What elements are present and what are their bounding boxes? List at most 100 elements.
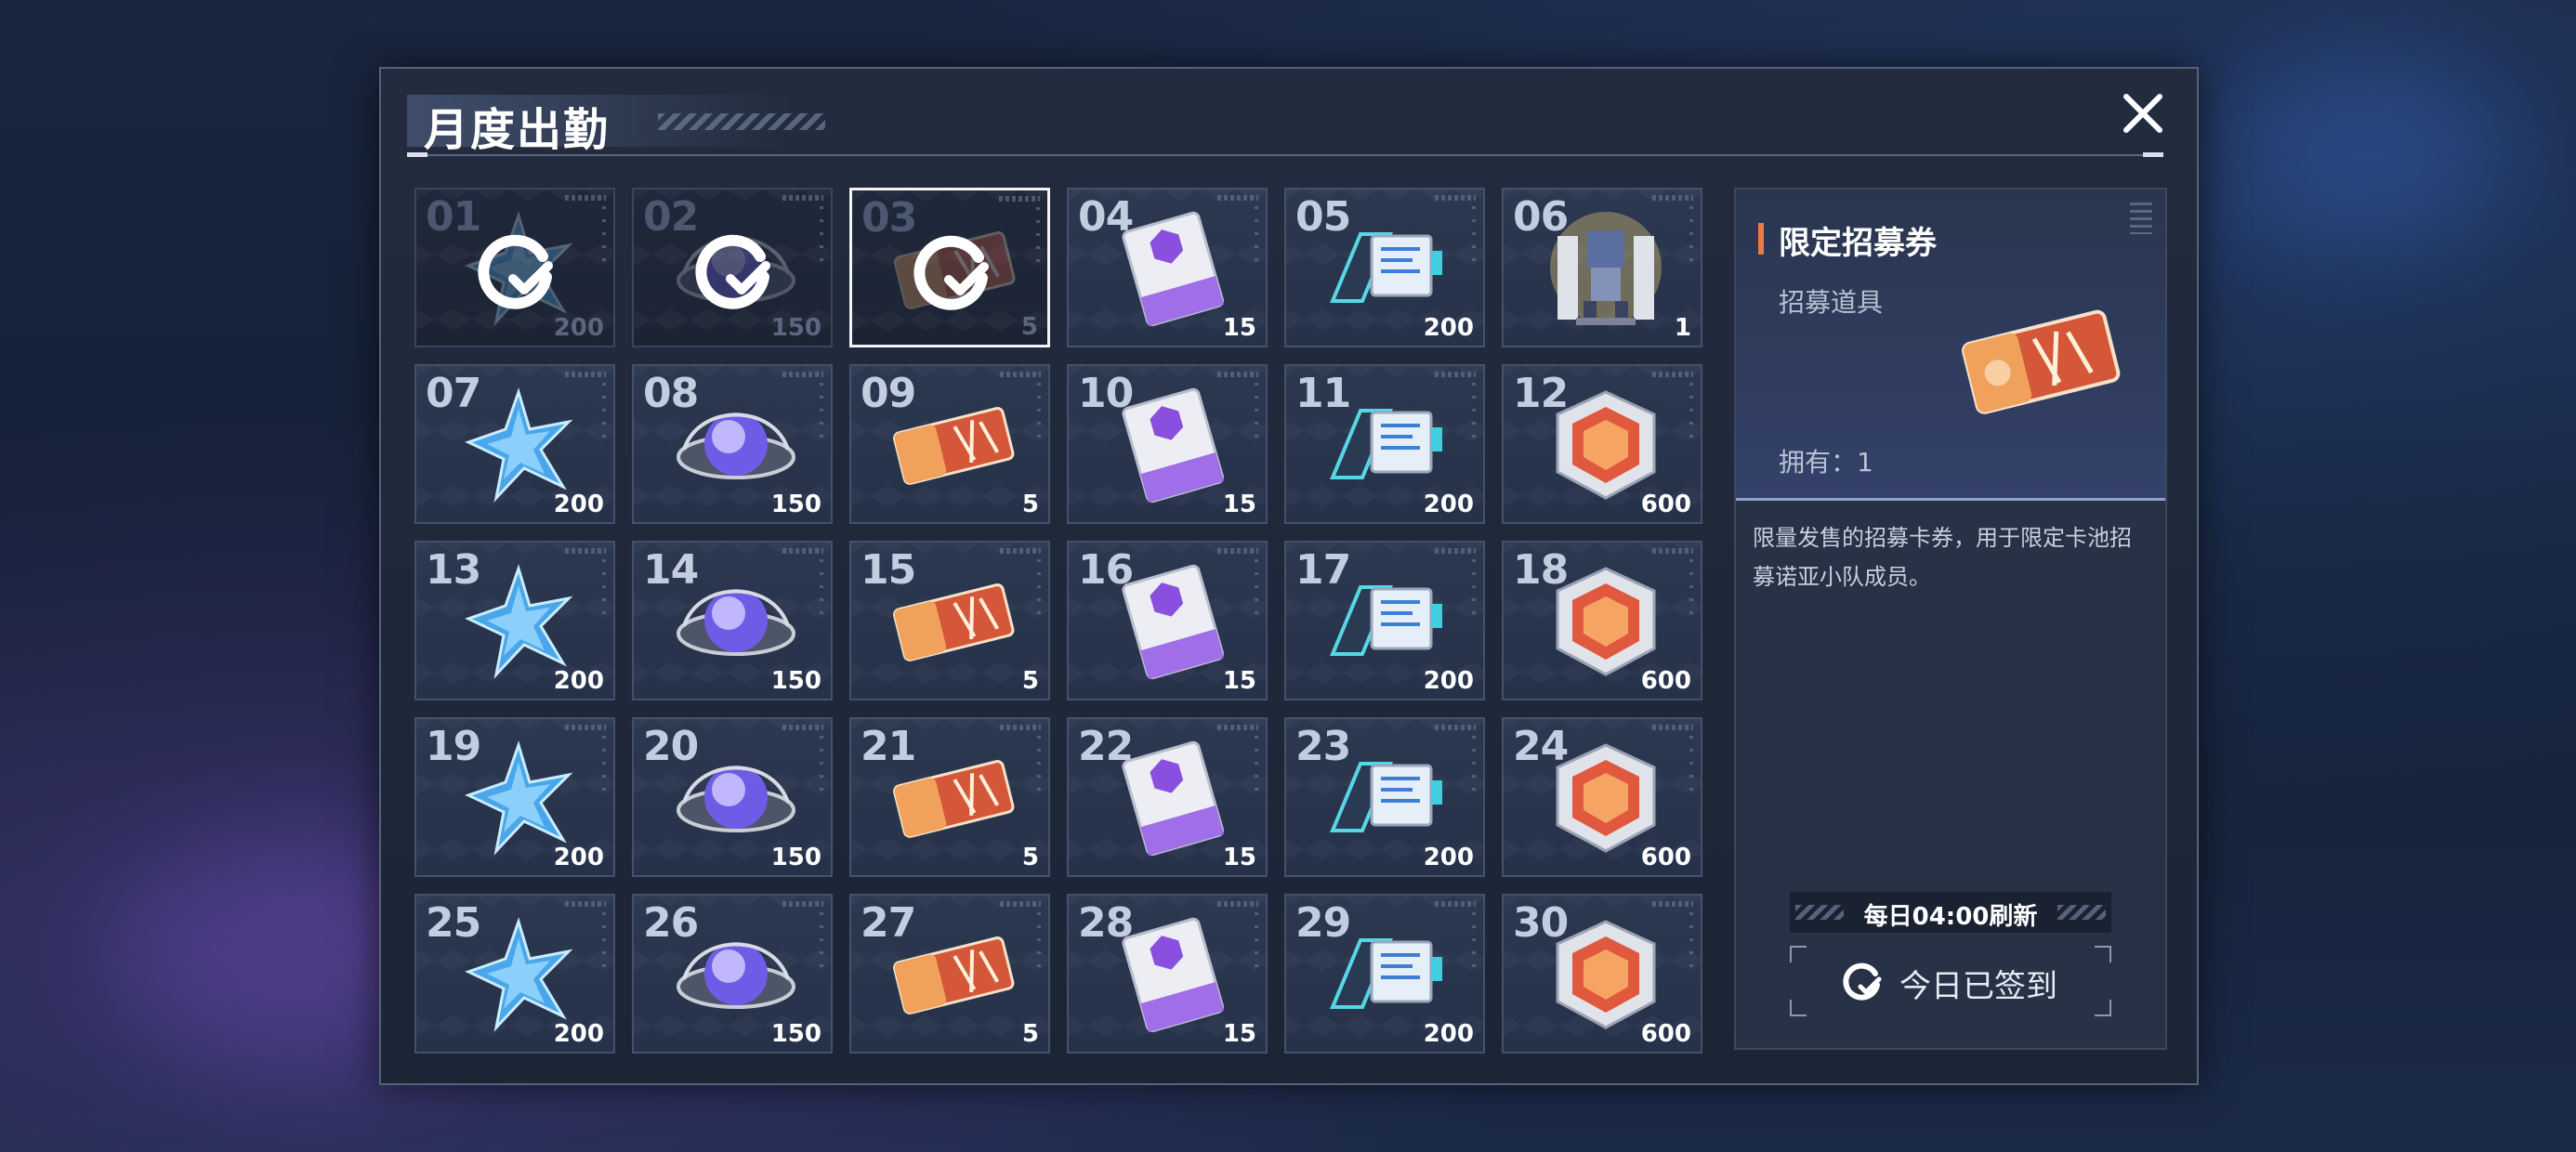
refresh-text: 每日04:00刷新 — [1863, 903, 2038, 931]
day-number: 27 — [861, 899, 916, 947]
day-cell-24[interactable]: 24 600 — [1502, 717, 1702, 877]
cell-deco — [1217, 901, 1258, 907]
reward-quantity: 200 — [553, 491, 604, 518]
day-cell-19[interactable]: 19 200 — [414, 717, 615, 877]
day-number: 21 — [861, 723, 916, 770]
cell-deco — [1000, 548, 1041, 554]
reward-quantity: 5 — [1021, 491, 1039, 518]
close-button[interactable] — [2115, 85, 2171, 141]
day-number: 18 — [1513, 546, 1569, 594]
cell-deco — [1255, 736, 1258, 792]
reward-quantity: 5 — [1021, 667, 1039, 695]
signed-label: 今日已签到 — [1899, 968, 2057, 1005]
day-number: 11 — [1295, 370, 1351, 417]
day-cell-26[interactable]: 26 150 — [632, 894, 833, 1054]
signed-in-button[interactable]: 今日已签到 — [1790, 946, 2111, 1016]
day-cell-08[interactable]: 08 150 — [632, 364, 833, 524]
day-cell-12[interactable]: 12 600 — [1502, 364, 1702, 524]
day-cell-09[interactable]: 09 5 — [849, 364, 1050, 524]
detail-header: 限定招募券 招募道具 拥有：1 — [1736, 190, 2165, 501]
reward-quantity: 5 — [1020, 313, 1038, 341]
title-divider — [407, 154, 2163, 156]
reward-quantity: 200 — [1423, 1020, 1474, 1048]
cell-deco — [1689, 559, 1693, 615]
day-number: 20 — [643, 723, 699, 770]
day-cell-17[interactable]: 17 200 — [1284, 541, 1485, 700]
cell-deco — [565, 548, 606, 554]
day-cell-25[interactable]: 25 200 — [414, 894, 615, 1054]
day-cell-27[interactable]: 27 5 — [849, 894, 1050, 1054]
cell-deco — [1435, 901, 1476, 907]
day-cell-15[interactable]: 15 5 — [849, 541, 1050, 700]
reward-quantity: 150 — [770, 667, 821, 695]
cell-deco — [1652, 548, 1693, 554]
day-cell-23[interactable]: 23 200 — [1284, 717, 1485, 877]
background-glow — [2230, 56, 2509, 242]
day-cell-07[interactable]: 07 200 — [414, 364, 615, 524]
cell-deco — [602, 383, 606, 439]
day-cell-29[interactable]: 29 200 — [1284, 894, 1485, 1054]
day-number: 14 — [643, 546, 699, 594]
reward-quantity: 600 — [1640, 667, 1691, 695]
day-cell-14[interactable]: 14 150 — [632, 541, 833, 700]
day-cell-28[interactable]: 28 15 — [1067, 894, 1268, 1054]
reward-quantity: 150 — [770, 314, 821, 342]
day-cell-01[interactable]: 01 200 — [414, 188, 615, 347]
day-cell-22[interactable]: 22 15 — [1067, 717, 1268, 877]
day-number: 22 — [1078, 723, 1134, 770]
cell-deco — [782, 548, 823, 554]
claimed-check-icon — [470, 223, 563, 316]
cell-deco — [1255, 206, 1258, 262]
cell-deco — [602, 736, 606, 792]
check-circle-icon — [1843, 962, 1882, 1001]
cell-deco — [1255, 383, 1258, 439]
day-number: 25 — [426, 899, 481, 947]
reward-quantity: 150 — [770, 844, 821, 871]
day-number: 30 — [1513, 899, 1569, 947]
day-number: 06 — [1513, 193, 1569, 241]
day-cell-21[interactable]: 21 5 — [849, 717, 1050, 877]
cell-deco — [999, 196, 1040, 202]
day-number: 07 — [426, 370, 481, 417]
cell-deco — [565, 901, 606, 907]
cell-deco — [1652, 195, 1693, 201]
day-cell-18[interactable]: 18 600 — [1502, 541, 1702, 700]
day-number: 09 — [861, 370, 916, 417]
day-number: 12 — [1513, 370, 1569, 417]
cell-deco — [782, 725, 823, 730]
item-name: 限定招募券 — [1779, 225, 1937, 262]
day-cell-13[interactable]: 13 200 — [414, 541, 615, 700]
day-cell-30[interactable]: 30 600 — [1502, 894, 1702, 1054]
item-description: 限量发售的招募卡券，用于限定卡池招募诺亚小队成员。 — [1753, 525, 2132, 590]
cell-deco — [1472, 206, 1476, 262]
item-type: 招募道具 — [1779, 287, 1884, 318]
cell-deco — [820, 206, 823, 262]
reward-quantity: 15 — [1222, 491, 1256, 518]
reward-quantity: 600 — [1640, 844, 1691, 871]
reward-quantity: 200 — [553, 667, 604, 695]
day-cell-16[interactable]: 16 15 — [1067, 541, 1268, 700]
divider-tick — [2143, 152, 2163, 157]
day-cell-20[interactable]: 20 150 — [632, 717, 833, 877]
cell-deco — [1472, 383, 1476, 439]
cell-deco — [1689, 206, 1693, 262]
day-cell-11[interactable]: 11 200 — [1284, 364, 1485, 524]
day-number: 05 — [1295, 193, 1351, 241]
day-cell-02[interactable]: 02 150 — [632, 188, 833, 347]
cell-deco — [782, 372, 823, 377]
day-cell-04[interactable]: 04 15 — [1067, 188, 1268, 347]
day-cell-06[interactable]: 06 1 — [1502, 188, 1702, 347]
cell-deco — [820, 736, 823, 792]
close-icon — [2123, 94, 2162, 133]
day-number: 08 — [643, 370, 699, 417]
reward-quantity: 15 — [1222, 667, 1256, 695]
day-cell-03[interactable]: 03 5 — [849, 188, 1050, 347]
claimed-check-icon — [688, 223, 781, 316]
attendance-grid: 01 200 02 150 03 5 04 15 05 200 06 1 07 200 08 150 09 5 10… — [414, 188, 1702, 1054]
cell-deco — [1689, 383, 1693, 439]
cell-deco — [820, 383, 823, 439]
day-number: 10 — [1078, 370, 1134, 417]
day-cell-05[interactable]: 05 200 — [1284, 188, 1485, 347]
reward-quantity: 200 — [553, 844, 604, 871]
day-cell-10[interactable]: 10 15 — [1067, 364, 1268, 524]
